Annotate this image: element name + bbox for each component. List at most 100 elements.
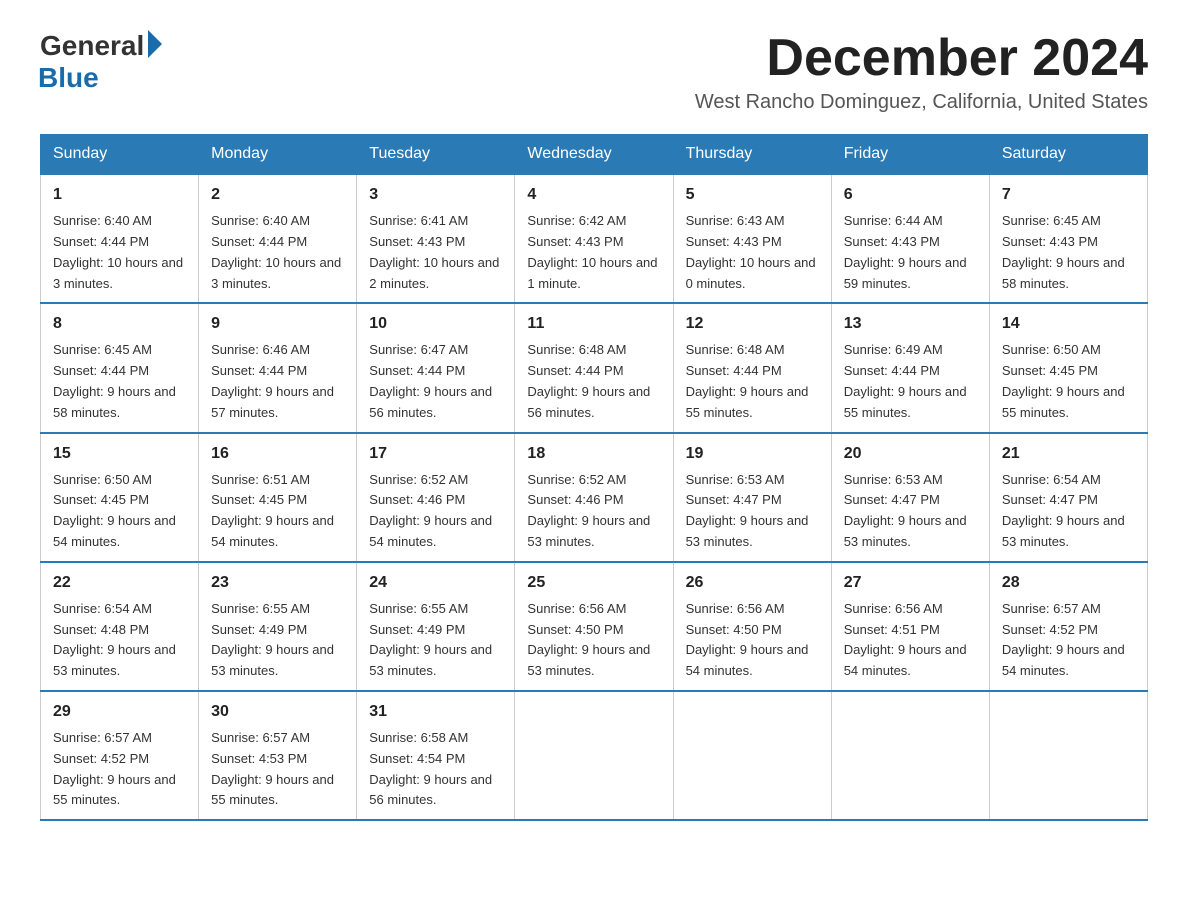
day-info: Sunrise: 6:56 AMSunset: 4:50 PMDaylight:… bbox=[686, 601, 809, 678]
day-info: Sunrise: 6:53 AMSunset: 4:47 PMDaylight:… bbox=[844, 472, 967, 549]
calendar-cell: 16 Sunrise: 6:51 AMSunset: 4:45 PMDayligh… bbox=[199, 433, 357, 562]
day-number: 26 bbox=[686, 571, 819, 595]
day-info: Sunrise: 6:58 AMSunset: 4:54 PMDaylight:… bbox=[369, 730, 492, 807]
day-number: 29 bbox=[53, 700, 186, 724]
calendar-cell: 7 Sunrise: 6:45 AMSunset: 4:43 PMDaylight… bbox=[989, 174, 1147, 303]
calendar-week-row: 8 Sunrise: 6:45 AMSunset: 4:44 PMDaylight… bbox=[41, 303, 1148, 432]
day-info: Sunrise: 6:40 AMSunset: 4:44 PMDaylight:… bbox=[211, 213, 341, 290]
day-number: 21 bbox=[1002, 442, 1135, 466]
day-info: Sunrise: 6:46 AMSunset: 4:44 PMDaylight:… bbox=[211, 342, 334, 419]
calendar-cell: 3 Sunrise: 6:41 AMSunset: 4:43 PMDaylight… bbox=[357, 174, 515, 303]
day-number: 15 bbox=[53, 442, 186, 466]
logo-general-text: General bbox=[40, 30, 144, 62]
day-number: 16 bbox=[211, 442, 344, 466]
day-number: 7 bbox=[1002, 183, 1135, 207]
calendar-table: SundayMondayTuesdayWednesdayThursdayFrid… bbox=[40, 134, 1148, 821]
day-number: 10 bbox=[369, 312, 502, 336]
calendar-cell: 15 Sunrise: 6:50 AMSunset: 4:45 PMDayligh… bbox=[41, 433, 199, 562]
calendar-cell: 29 Sunrise: 6:57 AMSunset: 4:52 PMDayligh… bbox=[41, 691, 199, 820]
day-number: 20 bbox=[844, 442, 977, 466]
calendar-cell: 19 Sunrise: 6:53 AMSunset: 4:47 PMDayligh… bbox=[673, 433, 831, 562]
day-number: 18 bbox=[527, 442, 660, 466]
calendar-week-row: 1 Sunrise: 6:40 AMSunset: 4:44 PMDaylight… bbox=[41, 174, 1148, 303]
calendar-cell: 12Sunrise: 6:48 AMSunset: 4:44 PMDayligh… bbox=[673, 303, 831, 432]
day-info: Sunrise: 6:50 AMSunset: 4:45 PMDaylight:… bbox=[53, 472, 176, 549]
calendar-cell: 2 Sunrise: 6:40 AMSunset: 4:44 PMDaylight… bbox=[199, 174, 357, 303]
day-number: 31 bbox=[369, 700, 502, 724]
day-info: Sunrise: 6:45 AMSunset: 4:44 PMDaylight:… bbox=[53, 342, 176, 419]
day-number: 19 bbox=[686, 442, 819, 466]
calendar-cell: 26 Sunrise: 6:56 AMSunset: 4:50 PMDayligh… bbox=[673, 562, 831, 691]
calendar-cell bbox=[831, 691, 989, 820]
day-info: Sunrise: 6:55 AMSunset: 4:49 PMDaylight:… bbox=[369, 601, 492, 678]
day-info: Sunrise: 6:47 AMSunset: 4:44 PMDaylight:… bbox=[369, 342, 492, 419]
day-number: 1 bbox=[53, 183, 186, 207]
day-info: Sunrise: 6:50 AMSunset: 4:45 PMDaylight:… bbox=[1002, 342, 1125, 419]
calendar-cell: 18 Sunrise: 6:52 AMSunset: 4:46 PMDayligh… bbox=[515, 433, 673, 562]
calendar-cell: 24 Sunrise: 6:55 AMSunset: 4:49 PMDayligh… bbox=[357, 562, 515, 691]
weekday-header-saturday: Saturday bbox=[989, 135, 1147, 175]
weekday-header-sunday: Sunday bbox=[41, 135, 199, 175]
day-number: 24 bbox=[369, 571, 502, 595]
day-info: Sunrise: 6:56 AMSunset: 4:51 PMDaylight:… bbox=[844, 601, 967, 678]
day-info: Sunrise: 6:57 AMSunset: 4:52 PMDaylight:… bbox=[53, 730, 176, 807]
day-info: Sunrise: 6:44 AMSunset: 4:43 PMDaylight:… bbox=[844, 213, 967, 290]
calendar-cell: 25Sunrise: 6:56 AMSunset: 4:50 PMDayligh… bbox=[515, 562, 673, 691]
day-number: 23 bbox=[211, 571, 344, 595]
day-number: 30 bbox=[211, 700, 344, 724]
logo-blue-text: Blue bbox=[38, 62, 99, 94]
logo: General Blue bbox=[40, 30, 162, 94]
day-info: Sunrise: 6:57 AMSunset: 4:52 PMDaylight:… bbox=[1002, 601, 1125, 678]
day-number: 8 bbox=[53, 312, 186, 336]
day-number: 17 bbox=[369, 442, 502, 466]
day-number: 22 bbox=[53, 571, 186, 595]
day-info: Sunrise: 6:52 AMSunset: 4:46 PMDaylight:… bbox=[527, 472, 650, 549]
day-info: Sunrise: 6:45 AMSunset: 4:43 PMDaylight:… bbox=[1002, 213, 1125, 290]
day-info: Sunrise: 6:52 AMSunset: 4:46 PMDaylight:… bbox=[369, 472, 492, 549]
day-number: 2 bbox=[211, 183, 344, 207]
day-info: Sunrise: 6:48 AMSunset: 4:44 PMDaylight:… bbox=[527, 342, 650, 419]
day-number: 27 bbox=[844, 571, 977, 595]
day-info: Sunrise: 6:48 AMSunset: 4:44 PMDaylight:… bbox=[686, 342, 809, 419]
day-number: 5 bbox=[686, 183, 819, 207]
day-info: Sunrise: 6:40 AMSunset: 4:44 PMDaylight:… bbox=[53, 213, 183, 290]
day-number: 3 bbox=[369, 183, 502, 207]
calendar-cell: 10 Sunrise: 6:47 AMSunset: 4:44 PMDayligh… bbox=[357, 303, 515, 432]
title-section: December 2024 West Rancho Dominguez, Cal… bbox=[695, 30, 1148, 114]
weekday-header-wednesday: Wednesday bbox=[515, 135, 673, 175]
day-info: Sunrise: 6:57 AMSunset: 4:53 PMDaylight:… bbox=[211, 730, 334, 807]
day-info: Sunrise: 6:55 AMSunset: 4:49 PMDaylight:… bbox=[211, 601, 334, 678]
day-info: Sunrise: 6:42 AMSunset: 4:43 PMDaylight:… bbox=[527, 213, 657, 290]
day-number: 6 bbox=[844, 183, 977, 207]
calendar-cell: 1 Sunrise: 6:40 AMSunset: 4:44 PMDaylight… bbox=[41, 174, 199, 303]
day-number: 13 bbox=[844, 312, 977, 336]
day-info: Sunrise: 6:51 AMSunset: 4:45 PMDaylight:… bbox=[211, 472, 334, 549]
logo-arrow-icon bbox=[148, 30, 162, 58]
calendar-cell: 21Sunrise: 6:54 AMSunset: 4:47 PMDayligh… bbox=[989, 433, 1147, 562]
location-subtitle: West Rancho Dominguez, California, Unite… bbox=[695, 91, 1148, 114]
calendar-cell: 6 Sunrise: 6:44 AMSunset: 4:43 PMDaylight… bbox=[831, 174, 989, 303]
calendar-cell bbox=[515, 691, 673, 820]
weekday-header-friday: Friday bbox=[831, 135, 989, 175]
calendar-cell: 8 Sunrise: 6:45 AMSunset: 4:44 PMDaylight… bbox=[41, 303, 199, 432]
day-number: 9 bbox=[211, 312, 344, 336]
calendar-cell: 27 Sunrise: 6:56 AMSunset: 4:51 PMDayligh… bbox=[831, 562, 989, 691]
day-number: 14 bbox=[1002, 312, 1135, 336]
day-number: 4 bbox=[527, 183, 660, 207]
calendar-cell: 5 Sunrise: 6:43 AMSunset: 4:43 PMDaylight… bbox=[673, 174, 831, 303]
month-title: December 2024 bbox=[695, 30, 1148, 87]
calendar-cell: 20 Sunrise: 6:53 AMSunset: 4:47 PMDayligh… bbox=[831, 433, 989, 562]
calendar-cell bbox=[673, 691, 831, 820]
calendar-cell: 4 Sunrise: 6:42 AMSunset: 4:43 PMDaylight… bbox=[515, 174, 673, 303]
calendar-cell: 13Sunrise: 6:49 AMSunset: 4:44 PMDayligh… bbox=[831, 303, 989, 432]
weekday-header-row: SundayMondayTuesdayWednesdayThursdayFrid… bbox=[41, 135, 1148, 175]
calendar-cell: 14 Sunrise: 6:50 AMSunset: 4:45 PMDayligh… bbox=[989, 303, 1147, 432]
calendar-cell: 30 Sunrise: 6:57 AMSunset: 4:53 PMDayligh… bbox=[199, 691, 357, 820]
calendar-cell bbox=[989, 691, 1147, 820]
day-info: Sunrise: 6:53 AMSunset: 4:47 PMDaylight:… bbox=[686, 472, 809, 549]
day-info: Sunrise: 6:43 AMSunset: 4:43 PMDaylight:… bbox=[686, 213, 816, 290]
day-info: Sunrise: 6:41 AMSunset: 4:43 PMDaylight:… bbox=[369, 213, 499, 290]
day-number: 25 bbox=[527, 571, 660, 595]
weekday-header-thursday: Thursday bbox=[673, 135, 831, 175]
calendar-cell: 11Sunrise: 6:48 AMSunset: 4:44 PMDayligh… bbox=[515, 303, 673, 432]
